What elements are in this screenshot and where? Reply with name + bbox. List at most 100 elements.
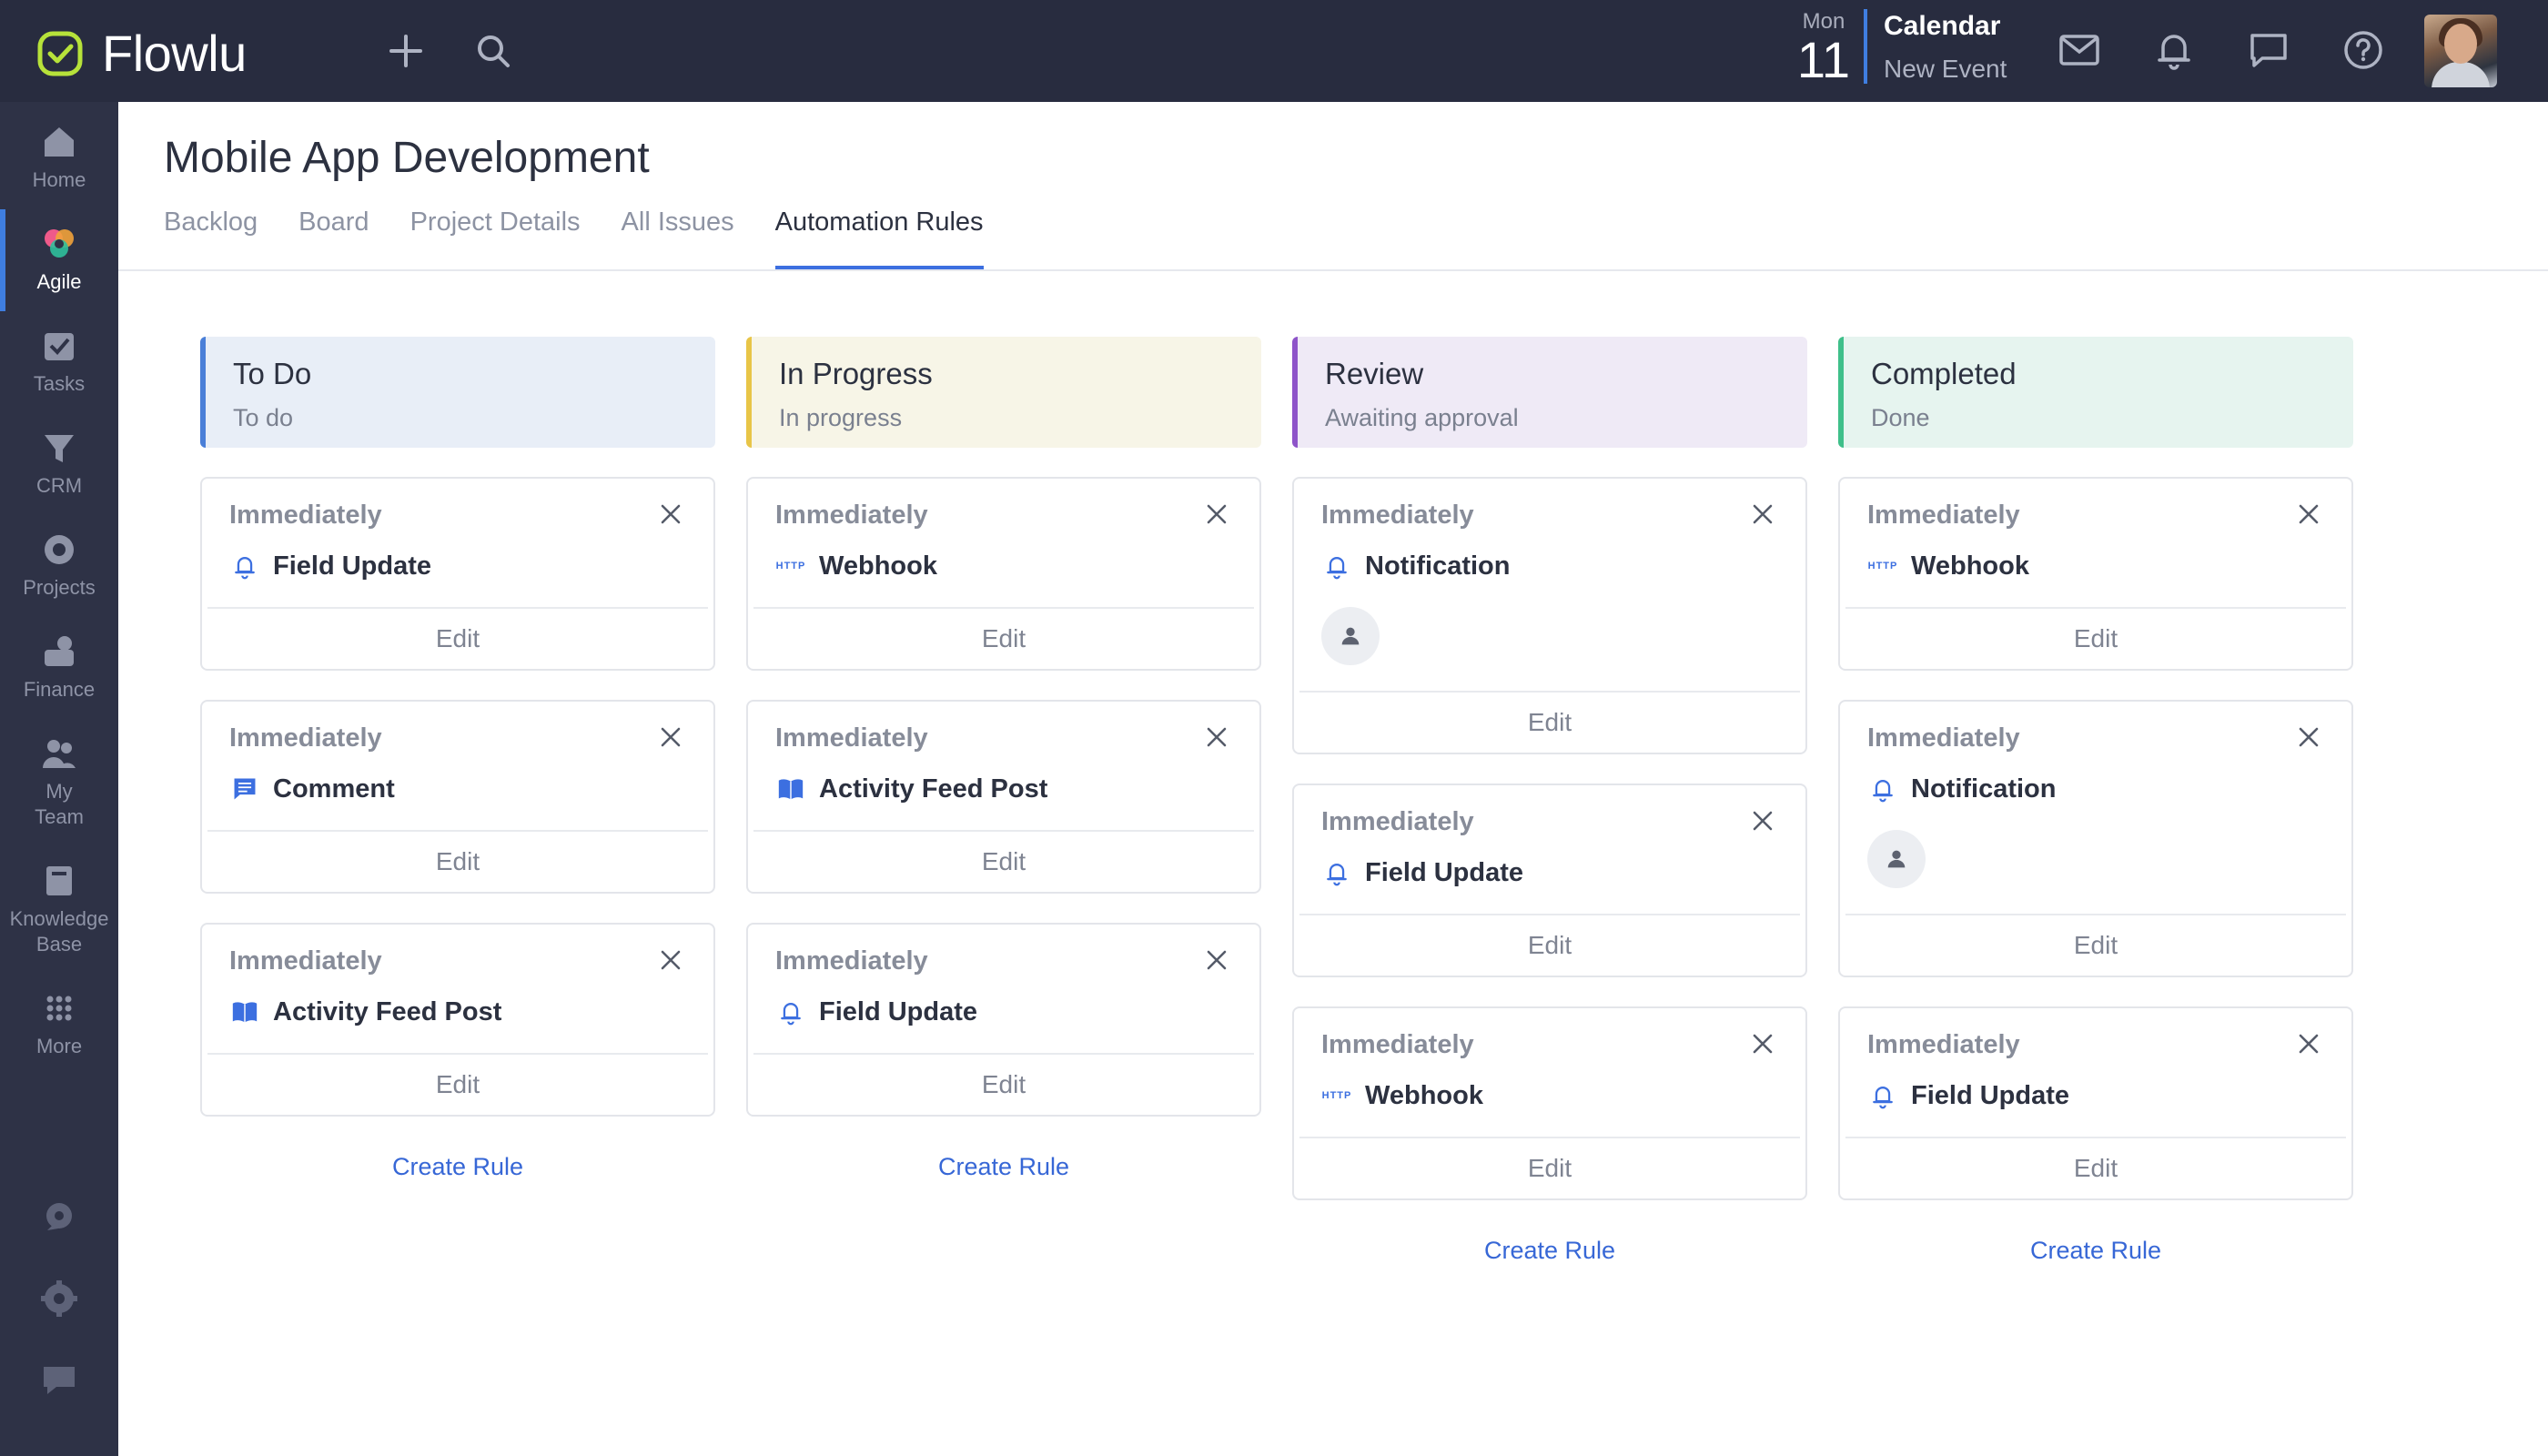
close-icon[interactable] — [1751, 809, 1774, 833]
rule-action-label: Notification — [1911, 774, 2057, 804]
column-subtitle: In progress — [779, 404, 903, 431]
date-widget[interactable]: Mon 11 — [1795, 9, 1853, 86]
bell-icon[interactable] — [2151, 27, 2197, 73]
tab-project-details[interactable]: Project Details — [410, 207, 581, 269]
tab-all-issues[interactable]: All Issues — [622, 207, 734, 269]
edit-rule-button[interactable]: Edit — [202, 832, 713, 892]
rule-trigger: Immediately — [1867, 500, 2020, 530]
user-placeholder-icon[interactable] — [1321, 607, 1380, 665]
edit-rule-button[interactable]: Edit — [1294, 1138, 1805, 1198]
close-icon[interactable] — [2297, 502, 2320, 526]
bell-icon — [1321, 551, 1352, 581]
mail-icon[interactable] — [2057, 27, 2102, 73]
rule-action: Notification — [1321, 551, 1778, 581]
close-icon[interactable] — [1751, 502, 1774, 526]
sidebar-item-more[interactable]: More — [0, 988, 118, 1059]
edit-rule-button[interactable]: Edit — [748, 832, 1259, 892]
rule-action-label: Notification — [1365, 551, 1511, 581]
create-rule-button[interactable]: Create Rule — [746, 1153, 1261, 1181]
sidebar-item-tasks[interactable]: Tasks — [0, 326, 118, 397]
close-icon[interactable] — [1205, 725, 1228, 749]
crm-icon — [45, 435, 74, 462]
rule-trigger: Immediately — [775, 723, 928, 753]
settings-icon[interactable] — [38, 1278, 80, 1320]
close-icon[interactable] — [1205, 948, 1228, 972]
sidebar-item-projects[interactable]: Projects — [0, 530, 118, 601]
rule-card: Immediately Notification Edit — [1838, 700, 2353, 977]
close-icon[interactable] — [1751, 1032, 1774, 1056]
sidebar-item-crm[interactable]: CRM — [0, 428, 118, 499]
rule-action-label: Comment — [273, 774, 395, 804]
tab-backlog[interactable]: Backlog — [164, 207, 258, 269]
sidebar-item-my-team[interactable]: My Team — [0, 733, 118, 830]
edit-rule-button[interactable]: Edit — [1840, 609, 2351, 669]
edit-rule-button[interactable]: Edit — [202, 1055, 713, 1115]
rule-trigger: Immediately — [775, 946, 928, 976]
rule-card: Immediately Field Update Edit — [1838, 1006, 2353, 1200]
sidebar-label: CRM — [35, 474, 83, 497]
rule-action: Field Update — [229, 551, 686, 581]
sidebar-label: Home — [32, 168, 86, 191]
close-icon[interactable] — [659, 948, 682, 972]
edit-rule-button[interactable]: Edit — [202, 609, 713, 669]
close-icon[interactable] — [2297, 725, 2320, 749]
sidebar-item-agile[interactable]: Agile — [0, 209, 118, 311]
help-icon[interactable] — [2341, 27, 2386, 73]
sidebar-item-knowledge-base[interactable]: Knowledge Base — [0, 861, 118, 957]
edit-rule-button[interactable]: Edit — [1840, 915, 2351, 976]
new-event-link[interactable]: New Event — [1884, 55, 2007, 84]
rule-action: Field Update — [1867, 1080, 2324, 1111]
close-icon[interactable] — [659, 502, 682, 526]
rule-trigger: Immediately — [1867, 723, 2020, 753]
rocket-icon[interactable] — [38, 1198, 80, 1239]
close-icon[interactable] — [659, 725, 682, 749]
rule-action-label: Field Update — [273, 551, 432, 581]
avatar-face — [2444, 24, 2477, 64]
edit-rule-button[interactable]: Edit — [1840, 1138, 2351, 1198]
rule-card: Immediately Notification Edit — [1292, 477, 1807, 754]
search-icon[interactable] — [473, 31, 513, 71]
grid-icon — [46, 996, 72, 1021]
rule-action-label: Field Update — [819, 996, 978, 1026]
rule-trigger: Immediately — [775, 500, 928, 530]
close-icon[interactable] — [1205, 502, 1228, 526]
column-subtitle: Awaiting approval — [1325, 404, 1519, 431]
user-placeholder-icon[interactable] — [1867, 830, 1926, 888]
rule-card: Immediately HTTP Webhook Edit — [746, 477, 1261, 671]
bell-icon — [1867, 1080, 1898, 1111]
create-rule-button[interactable]: Create Rule — [1838, 1237, 2353, 1265]
rule-action-label: Webhook — [1911, 551, 2029, 581]
top-bar: Flowlu Mon 11 Calendar New Event — [0, 0, 2548, 102]
plus-icon[interactable] — [386, 31, 426, 71]
rule-action: Activity Feed Post — [775, 774, 1232, 804]
edit-rule-button[interactable]: Edit — [748, 609, 1259, 669]
bell-icon — [775, 996, 806, 1027]
close-icon[interactable] — [2297, 1032, 2320, 1056]
column-review: Review Awaiting approval Immediately Notifi… — [1292, 337, 1807, 1265]
tabs-divider — [118, 269, 2548, 271]
create-rule-button[interactable]: Create Rule — [1292, 1237, 1807, 1265]
chat-icon[interactable] — [2246, 27, 2291, 73]
create-rule-button[interactable]: Create Rule — [200, 1153, 715, 1181]
rule-action: Activity Feed Post — [229, 996, 686, 1027]
rule-trigger: Immediately — [229, 946, 382, 976]
tab-automation-rules[interactable]: Automation Rules — [774, 207, 984, 269]
calendar-divider — [1864, 9, 1867, 84]
rule-action: Notification — [1867, 774, 2324, 804]
sidebar-item-finance[interactable]: Finance — [0, 632, 118, 703]
sidebar-label: Agile — [36, 270, 82, 293]
edit-rule-button[interactable]: Edit — [1294, 693, 1805, 753]
sidebar-item-home[interactable]: Home — [0, 122, 118, 193]
support-icon[interactable] — [38, 1358, 80, 1400]
sidebar-label: Tasks — [33, 372, 86, 395]
rule-card: Immediately Activity Feed Post Edit — [200, 923, 715, 1117]
column-to-do: To Do To do Immediately Field Update Edit Imm… — [200, 337, 715, 1181]
edit-rule-button[interactable]: Edit — [748, 1055, 1259, 1115]
edit-rule-button[interactable]: Edit — [1294, 915, 1805, 976]
calendar-widget[interactable]: Calendar New Event — [1884, 11, 2007, 84]
tab-board[interactable]: Board — [298, 207, 369, 269]
app-logo[interactable]: Flowlu — [36, 24, 247, 83]
projects-icon — [45, 535, 74, 564]
user-avatar[interactable] — [2424, 15, 2497, 87]
rule-action-label: Webhook — [1365, 1080, 1483, 1110]
